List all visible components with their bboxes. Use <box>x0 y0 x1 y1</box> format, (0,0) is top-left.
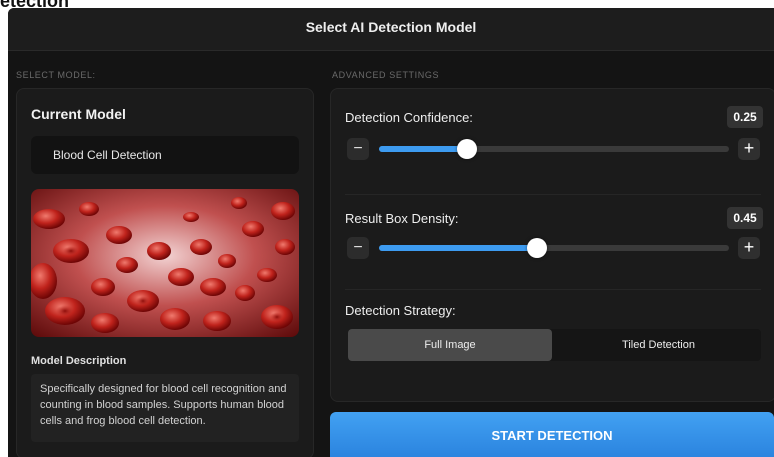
density-slider-thumb[interactable] <box>526 238 547 258</box>
advanced-settings-label: ADVANCED SETTINGS <box>332 70 440 80</box>
confidence-value-badge: 0.25 <box>727 106 763 128</box>
model-panel: Current Model Blood Cell Detection Model… <box>16 88 314 457</box>
current-model-title: Current Model <box>31 106 126 122</box>
selected-model-label: Blood Cell Detection <box>53 148 162 162</box>
start-detection-button[interactable]: START DETECTION <box>330 412 774 457</box>
density-increase-button[interactable]: + <box>738 237 760 259</box>
description-text: Specifically designed for blood cell rec… <box>40 383 287 427</box>
detection-model-dialog: Select AI Detection Model SELECT MODEL: … <box>8 8 774 457</box>
model-select[interactable]: Blood Cell Detection <box>31 136 299 174</box>
description-title: Model Description <box>31 355 127 367</box>
title-bar: Select AI Detection Model <box>8 8 774 51</box>
confidence-label: Detection Confidence: <box>345 110 473 125</box>
strategy-label: Detection Strategy: <box>345 303 456 318</box>
divider <box>345 289 761 290</box>
density-slider[interactable] <box>379 238 729 258</box>
strategy-option-tiled-detection[interactable]: Tiled Detection <box>556 329 761 361</box>
density-slider-fill <box>379 245 537 251</box>
description-box: Specifically designed for blood cell rec… <box>31 374 299 442</box>
advanced-settings-panel: Detection Confidence: 0.25 − + Result Bo… <box>330 88 774 402</box>
confidence-slider-fill <box>379 146 467 152</box>
blood-cell-image <box>31 189 299 337</box>
select-model-label: SELECT MODEL: <box>16 70 96 80</box>
dialog-title: Select AI Detection Model <box>305 19 477 35</box>
divider <box>345 194 761 195</box>
confidence-slider-thumb[interactable] <box>456 139 477 159</box>
confidence-slider[interactable] <box>379 139 729 159</box>
strategy-option-full-image[interactable]: Full Image <box>348 329 552 361</box>
confidence-increase-button[interactable]: + <box>738 138 760 160</box>
density-value-badge: 0.45 <box>727 207 763 229</box>
density-label: Result Box Density: <box>345 211 459 226</box>
density-decrease-button[interactable]: − <box>347 237 369 259</box>
confidence-decrease-button[interactable]: − <box>347 138 369 160</box>
strategy-segmented-control: Full Image Tiled Detection <box>348 329 761 361</box>
